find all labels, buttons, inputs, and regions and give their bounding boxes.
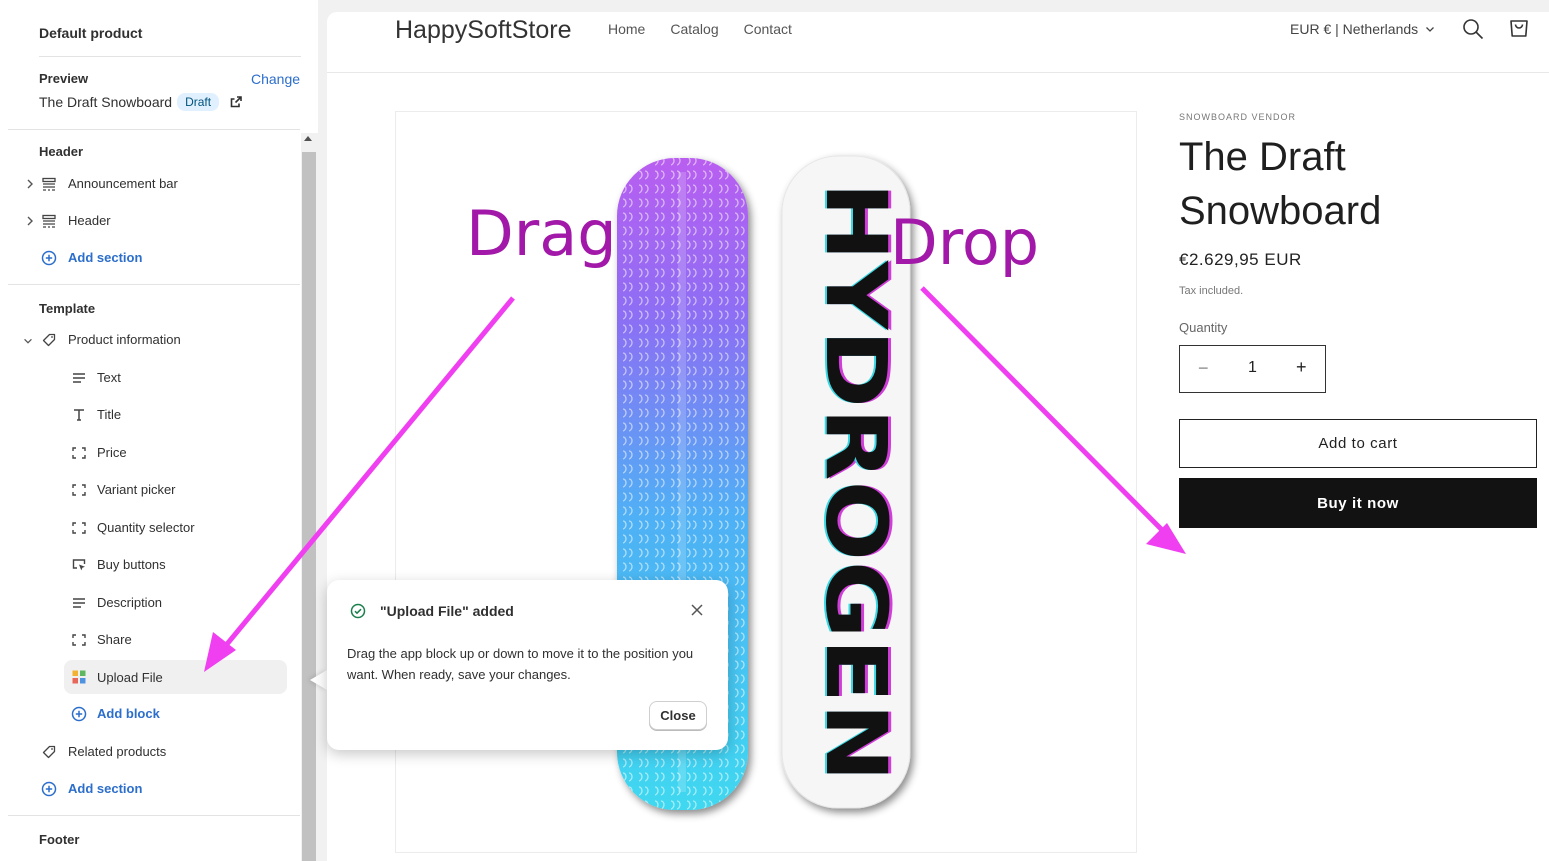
tax-note: Tax included. — [1179, 285, 1244, 297]
add-section-label: Add section — [68, 781, 143, 796]
preview-product-name: The Draft Snowboard — [39, 94, 173, 110]
section-layout-icon — [42, 177, 56, 191]
add-to-cart-button[interactable]: Add to cart — [1179, 419, 1537, 468]
check-circle-icon — [350, 603, 366, 619]
block-item-title[interactable]: Title — [0, 400, 300, 430]
block-corners-icon — [72, 447, 86, 459]
sidebar-item-label: Product information — [68, 332, 181, 347]
block-item-quantity-selector[interactable]: Quantity selector — [0, 513, 300, 543]
buy-it-now-button[interactable]: Buy it now — [1179, 478, 1537, 528]
chevron-right-icon[interactable] — [24, 177, 36, 191]
product-price: €2.629,95 EUR — [1179, 250, 1302, 269]
block-label: Buy buttons — [97, 557, 166, 572]
add-section-label: Add section — [68, 250, 143, 265]
sidebar-item-header[interactable]: Header — [0, 206, 300, 236]
chevron-right-icon[interactable] — [24, 214, 36, 228]
preview-product: The Draft Snowboard Draft — [39, 93, 244, 111]
nav-link-catalog[interactable]: Catalog — [670, 21, 718, 37]
scroll-up-arrow-icon[interactable] — [304, 136, 312, 141]
plus-circle-icon — [41, 250, 57, 266]
popover-caret — [310, 670, 327, 690]
cursor-click-icon — [72, 559, 86, 571]
product-title: The Draft Snowboard — [1179, 135, 1382, 233]
popover-message: Drag the app block up or down to move it… — [347, 646, 694, 682]
preview-label: Preview — [39, 71, 89, 86]
text-lines-icon — [73, 373, 85, 383]
block-item-variant-picker[interactable]: Variant picker — [0, 475, 300, 505]
nav-link-contact[interactable]: Contact — [744, 21, 792, 37]
header-divider — [327, 72, 1549, 73]
block-corners-icon — [72, 484, 86, 496]
divider — [8, 815, 300, 816]
locale-label: EUR € | Netherlands — [1290, 21, 1419, 37]
add-section-button[interactable]: Add section — [0, 243, 300, 273]
product-vendor: SNOWBOARD VENDOR — [1179, 112, 1297, 122]
drag-annotation-label: Drag — [466, 197, 617, 270]
title-t-icon — [74, 409, 84, 421]
block-item-upload-file[interactable]: Upload File — [64, 660, 287, 694]
add-block-label: Add block — [97, 706, 160, 721]
block-label: Text — [97, 370, 121, 385]
block-label: Upload File — [97, 670, 163, 685]
editor-sidebar: Default product Preview Change The Draft… — [0, 0, 318, 861]
popover-close-button[interactable]: Close — [649, 701, 707, 730]
block-label: Description — [97, 595, 163, 610]
nav-link-home[interactable]: Home — [608, 21, 645, 37]
block-added-popover: "Upload File" added Drag the app block u… — [327, 580, 728, 750]
add-section-button[interactable]: Add section — [0, 774, 300, 804]
sidebar-item-label: Announcement bar — [68, 176, 178, 191]
section-title-footer: Footer — [39, 832, 80, 847]
add-block-button[interactable]: Add block — [0, 699, 300, 729]
block-item-share[interactable]: Share — [0, 625, 300, 655]
block-item-price[interactable]: Price — [0, 438, 300, 468]
sidebar-item-related-products[interactable]: Related products — [0, 737, 300, 767]
text-lines-icon — [73, 598, 85, 608]
block-corners-icon — [72, 634, 86, 646]
section-title-header: Header — [39, 144, 84, 159]
sidebar-item-product-information[interactable]: Product information — [0, 325, 300, 355]
app-block-icon — [72, 670, 86, 684]
block-label: Price — [97, 445, 127, 460]
quantity-increase-button[interactable]: + — [1296, 357, 1307, 378]
search-icon[interactable] — [1462, 18, 1484, 40]
section-title-template: Template — [39, 301, 96, 316]
divider — [39, 56, 301, 57]
divider — [8, 129, 300, 130]
template-name: Default product — [39, 25, 143, 41]
block-item-text[interactable]: Text — [0, 363, 300, 393]
tag-icon — [42, 745, 56, 759]
store-logo[interactable]: HappySoftStore — [395, 16, 572, 45]
block-label: Variant picker — [97, 482, 176, 497]
block-item-buy-buttons[interactable]: Buy buttons — [0, 550, 300, 580]
block-corners-icon — [72, 522, 86, 534]
divider — [8, 284, 300, 285]
sidebar-scrollbar-thumb[interactable] — [302, 152, 316, 861]
quantity-value[interactable]: 1 — [1248, 359, 1257, 377]
change-preview-link[interactable]: Change — [251, 71, 300, 87]
sidebar-item-announcement-bar[interactable]: Announcement bar — [0, 169, 300, 199]
cart-icon[interactable] — [1507, 16, 1531, 40]
status-badge: Draft — [177, 93, 220, 111]
quantity-decrease-button[interactable]: − — [1198, 358, 1209, 379]
tag-icon — [42, 333, 56, 347]
sidebar-item-label: Related products — [68, 744, 167, 759]
locale-selector[interactable]: EUR € | Netherlands — [1290, 21, 1436, 37]
quantity-label: Quantity — [1179, 320, 1228, 335]
plus-circle-icon — [71, 706, 87, 722]
popover-title: "Upload File" added — [380, 603, 514, 619]
external-link-icon[interactable] — [228, 94, 244, 110]
drop-annotation-label: Drop — [890, 206, 1040, 279]
section-layout-icon — [42, 214, 56, 228]
block-label: Share — [97, 632, 132, 647]
block-label: Quantity selector — [97, 520, 195, 535]
quantity-stepper[interactable]: − 1 + — [1179, 345, 1326, 393]
block-item-description[interactable]: Description — [0, 588, 300, 618]
chevron-down-icon[interactable] — [22, 334, 34, 348]
chevron-down-icon — [1426, 27, 1435, 32]
store-nav: Home Catalog Contact — [608, 21, 792, 37]
sidebar-item-label: Header — [68, 213, 111, 228]
block-label: Title — [97, 407, 122, 422]
close-icon[interactable] — [688, 601, 706, 619]
plus-circle-icon — [41, 781, 57, 797]
